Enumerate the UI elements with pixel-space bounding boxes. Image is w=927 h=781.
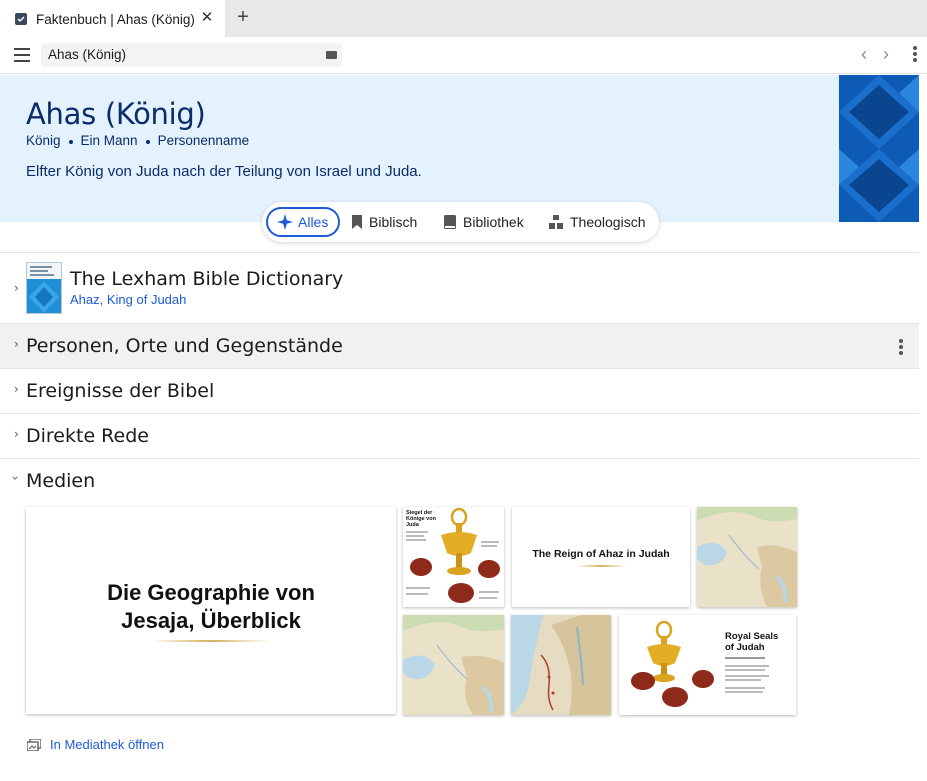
sparkle-icon	[277, 214, 293, 230]
map-image	[697, 507, 797, 607]
filter-bar: Alles Biblisch Bibliothek Theologisch	[262, 202, 659, 242]
hero-banner: Ahas (König) König Ein Mann Personenname…	[0, 75, 919, 222]
seal-illustration	[406, 507, 500, 603]
tab-faktenbuch[interactable]: Faktenbuch | Ahas (König) ✕	[0, 0, 225, 37]
scrollbar[interactable]	[919, 74, 927, 781]
hierarchy-icon	[549, 215, 563, 229]
seal-illustration	[631, 620, 769, 707]
media-map-region[interactable]	[403, 615, 504, 715]
chevron-down-icon[interactable]: ›	[8, 476, 22, 481]
open-media-library-link[interactable]: In Mediathek öffnen	[50, 737, 164, 752]
section-title[interactable]: Ereignisse der Bibel	[26, 380, 214, 402]
slide-title-line-1: Die Geographie von	[107, 580, 315, 605]
hero-tags: König Ein Mann Personenname	[26, 133, 249, 148]
chevron-right-icon[interactable]: ›	[14, 382, 19, 396]
filter-label: Theologisch	[570, 214, 646, 230]
media-reign-of-ahaz[interactable]: The Reign of Ahaz in Judah	[512, 507, 690, 607]
separator-dot	[145, 140, 150, 144]
page-title: Ahas (König)	[26, 97, 206, 131]
dictionary-title[interactable]: The Lexham Bible Dictionary	[70, 268, 343, 290]
filter-label: Alles	[298, 214, 329, 230]
tab-strip: Faktenbuch | Ahas (König) ✕ +	[0, 0, 927, 37]
hero-description: Elfter König von Juda nach der Teilung v…	[26, 163, 422, 180]
section-title[interactable]: Personen, Orte und Gegenstände	[26, 335, 343, 357]
close-icon[interactable]: ✕	[200, 10, 214, 25]
tag-koenig[interactable]: König	[26, 133, 61, 148]
chevron-right-icon[interactable]: ›	[14, 281, 19, 295]
tag-personenname[interactable]: Personenname	[158, 133, 250, 148]
section-title[interactable]: Medien	[26, 470, 95, 492]
book-cover-image[interactable]	[26, 262, 62, 314]
media-siegel-infographic[interactable]: Siegel der Könige von Juda	[403, 507, 504, 607]
toolbar: Ahas (König) ‹ ›	[0, 37, 927, 74]
slide-divider	[576, 565, 626, 567]
more-options-icon[interactable]	[898, 339, 904, 357]
slide-title: The Reign of Ahaz in Judah	[532, 548, 670, 560]
filter-bibliothek[interactable]: Bibliothek	[444, 207, 524, 237]
filter-biblisch[interactable]: Biblisch	[352, 207, 417, 237]
book-icon	[444, 215, 456, 229]
slide-divider	[151, 640, 271, 642]
separator-dot	[68, 140, 73, 144]
media-map-near-east[interactable]	[697, 507, 797, 607]
address-text: Ahas (König)	[48, 47, 127, 62]
media-slide-geographie[interactable]: Die Geographie von Jesaja, Überblick	[26, 507, 396, 714]
checklist-icon	[15, 13, 27, 25]
hero-pattern-image	[839, 75, 919, 222]
map-image	[511, 615, 611, 715]
chevron-right-icon[interactable]: ›	[14, 427, 19, 441]
divider	[0, 368, 919, 369]
new-tab-button[interactable]: +	[234, 7, 252, 27]
more-options-icon[interactable]	[912, 46, 918, 64]
chevron-right-icon[interactable]: ›	[14, 337, 19, 351]
filter-label: Bibliothek	[463, 214, 524, 230]
keyboard-icon[interactable]	[326, 51, 337, 59]
back-button[interactable]: ‹	[861, 45, 867, 63]
hamburger-menu-icon[interactable]	[14, 48, 30, 62]
address-field[interactable]: Ahas (König)	[41, 43, 342, 67]
slide-title-line-2: Jesaja, Überblick	[121, 608, 301, 633]
section-title[interactable]: Direkte Rede	[26, 425, 149, 447]
filter-alles[interactable]: Alles	[266, 207, 340, 237]
dictionary-article-link[interactable]: Ahaz, King of Judah	[70, 292, 186, 307]
divider	[0, 458, 919, 459]
forward-button[interactable]: ›	[883, 45, 889, 63]
map-image	[403, 615, 504, 715]
divider	[0, 252, 919, 253]
filter-theologisch[interactable]: Theologisch	[549, 207, 646, 237]
bookmark-icon	[352, 215, 362, 229]
media-library-icon[interactable]	[27, 739, 41, 751]
tab-title: Faktenbuch | Ahas (König)	[36, 12, 195, 27]
tag-ein-mann[interactable]: Ein Mann	[81, 133, 138, 148]
filter-label: Biblisch	[369, 214, 418, 230]
media-royal-seals[interactable]: Royal Seals of Judah	[619, 615, 796, 715]
divider	[0, 413, 919, 414]
media-map-israel[interactable]	[511, 615, 611, 715]
